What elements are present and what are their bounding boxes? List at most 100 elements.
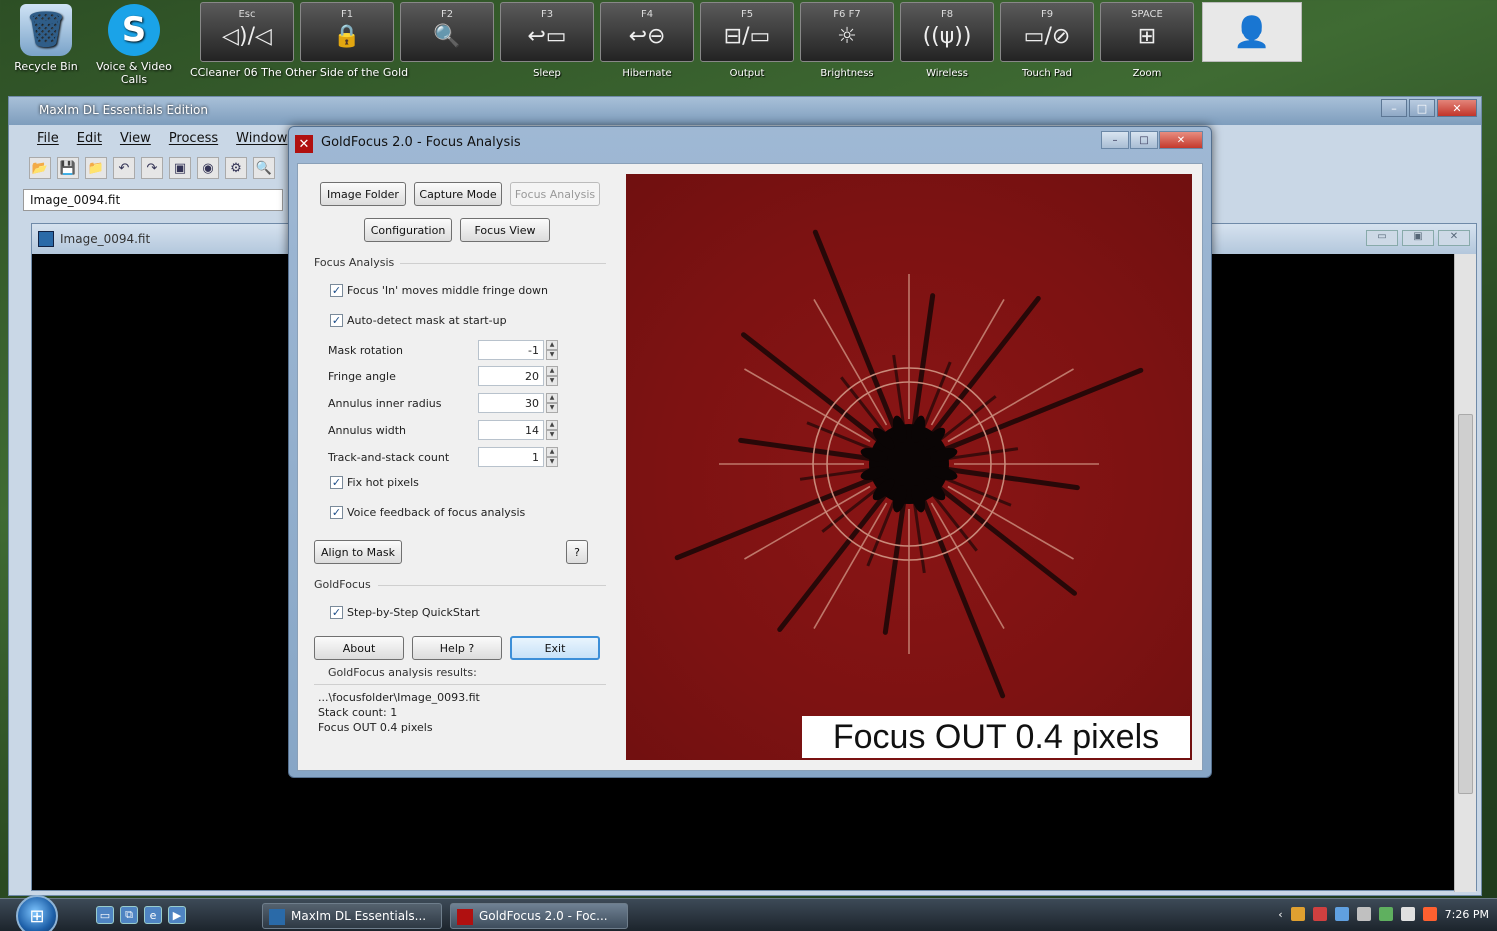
spin-up-icon[interactable]: ▲ bbox=[546, 393, 558, 403]
camera-icon[interactable]: ◉ bbox=[197, 157, 219, 179]
spin-down-icon[interactable]: ▼ bbox=[546, 350, 558, 360]
tray-volume-icon[interactable] bbox=[1400, 907, 1415, 921]
task-maxim-dl[interactable]: MaxIm DL Essentials... bbox=[262, 903, 442, 929]
align-to-mask-button[interactable]: Align to Mask bbox=[314, 540, 402, 564]
quick-launch: ▭ ⧉ e ▶ bbox=[96, 906, 186, 924]
save-as-icon[interactable]: 📁 bbox=[85, 157, 107, 179]
show-desktop-icon[interactable]: ▭ bbox=[96, 906, 114, 924]
fringe-angle-label: Fringe angle bbox=[328, 370, 396, 383]
child-maximize-button[interactable]: ▣ bbox=[1402, 230, 1434, 246]
desktop-shortcut-labels[interactable]: CCleaner 06 The Other Side of the Gold bbox=[190, 66, 408, 79]
child-minimize-button[interactable]: ▭ bbox=[1366, 230, 1398, 246]
recycle-bin-label: Recycle Bin bbox=[14, 60, 78, 73]
browser-icon[interactable]: e bbox=[144, 906, 162, 924]
fn-key-cap: F2 🔍 bbox=[400, 2, 494, 62]
spin-down-icon[interactable]: ▼ bbox=[546, 376, 558, 386]
maximize-button[interactable]: □ bbox=[1409, 99, 1435, 117]
tray-expand-icon[interactable]: ‹ bbox=[1278, 908, 1282, 921]
quickstart-checkbox[interactable]: ✓ Step-by-Step QuickStart bbox=[330, 606, 480, 619]
menu-file[interactable]: File bbox=[37, 131, 59, 146]
fn-key: F5 ⊟/▭ Output bbox=[700, 2, 794, 79]
screen-icon[interactable]: ▣ bbox=[169, 157, 191, 179]
menu-view[interactable]: View bbox=[120, 131, 151, 146]
fn-key-label: F9 bbox=[1040, 9, 1054, 20]
fringe-angle-stepper[interactable]: ▲▼ bbox=[478, 366, 558, 386]
results-box: ...\focusfolder\Image_0093.fit Stack cou… bbox=[318, 690, 606, 770]
image-folder-button[interactable]: Image Folder bbox=[320, 182, 406, 206]
auto-detect-checkbox[interactable]: ✓ Auto-detect mask at start-up bbox=[330, 314, 507, 327]
spin-down-icon[interactable]: ▼ bbox=[546, 403, 558, 413]
focus-image-view[interactable]: Focus OUT 0.4 pixels bbox=[626, 174, 1192, 760]
annulus-width-stepper[interactable]: ▲▼ bbox=[478, 420, 558, 440]
fringe-angle-input[interactable] bbox=[478, 366, 544, 386]
focus-in-checkbox[interactable]: ✓ Focus 'In' moves middle fringe down bbox=[330, 284, 548, 297]
vertical-scrollbar[interactable] bbox=[1454, 254, 1476, 892]
configuration-button[interactable]: Configuration bbox=[364, 218, 452, 242]
mask-rotation-label: Mask rotation bbox=[328, 344, 403, 357]
tray-bluetooth-icon[interactable] bbox=[1334, 907, 1349, 921]
tray-security-icon[interactable] bbox=[1312, 907, 1327, 921]
undo-icon[interactable]: ↶ bbox=[113, 157, 135, 179]
active-file-field[interactable]: Image_0094.fit bbox=[23, 189, 283, 211]
start-button[interactable]: ⊞ bbox=[16, 895, 58, 931]
spin-up-icon[interactable]: ▲ bbox=[546, 366, 558, 376]
fix-hot-pixels-checkbox[interactable]: ✓ Fix hot pixels bbox=[330, 476, 419, 489]
annulus-inner-radius-stepper[interactable]: ▲▼ bbox=[478, 393, 558, 413]
menu-window[interactable]: Window bbox=[236, 131, 287, 146]
spin-up-icon[interactable]: ▲ bbox=[546, 340, 558, 350]
fn-key-caption: Wireless bbox=[926, 68, 968, 79]
dialog-maximize-button[interactable]: □ bbox=[1130, 131, 1158, 149]
focus-analysis-button[interactable]: Focus Analysis bbox=[510, 182, 600, 206]
recycle-bin-icon[interactable]: 🗑 Recycle Bin bbox=[6, 4, 86, 73]
capture-mode-button[interactable]: Capture Mode bbox=[414, 182, 502, 206]
minimize-button[interactable]: – bbox=[1381, 99, 1407, 117]
open-folder-icon[interactable]: 📂 bbox=[29, 157, 51, 179]
about-button[interactable]: About bbox=[314, 636, 404, 660]
tray-app-icon[interactable] bbox=[1290, 907, 1305, 921]
track-stack-count-input[interactable] bbox=[478, 447, 544, 467]
task-goldfocus[interactable]: GoldFocus 2.0 - Foc... bbox=[450, 903, 628, 929]
spin-up-icon[interactable]: ▲ bbox=[546, 447, 558, 457]
media-player-icon[interactable]: ▶ bbox=[168, 906, 186, 924]
voice-feedback-checkbox[interactable]: ✓ Voice feedback of focus analysis bbox=[330, 506, 525, 519]
ccleaner-label: CCleaner bbox=[190, 66, 241, 79]
skype-icon[interactable]: S Voice & Video Calls bbox=[94, 4, 174, 86]
track-stack-count-stepper[interactable]: ▲▼ bbox=[478, 447, 558, 467]
spin-down-icon[interactable]: ▼ bbox=[546, 457, 558, 467]
exit-button[interactable]: Exit bbox=[510, 636, 600, 660]
focus-view-button[interactable]: Focus View bbox=[460, 218, 550, 242]
scrollbar-thumb[interactable] bbox=[1458, 414, 1473, 794]
fn-key: SPACE ⊞ Zoom bbox=[1100, 2, 1194, 79]
spin-down-icon[interactable]: ▼ bbox=[546, 430, 558, 440]
annulus-width-input[interactable] bbox=[478, 420, 544, 440]
user-lock-button[interactable]: 👤 bbox=[1202, 2, 1302, 62]
control-panel: Image Folder Capture Mode Focus Analysis… bbox=[310, 170, 610, 766]
annulus-inner-radius-input[interactable] bbox=[478, 393, 544, 413]
child-close-button[interactable]: ✕ bbox=[1438, 230, 1470, 246]
tray-printer-icon[interactable] bbox=[1356, 907, 1371, 921]
goldfocus-dialog: ✕ GoldFocus 2.0 - Focus Analysis – □ ✕ I… bbox=[288, 126, 1212, 778]
help-question-button[interactable]: ? bbox=[566, 540, 588, 564]
menu-process[interactable]: Process bbox=[169, 131, 218, 146]
switch-windows-icon[interactable]: ⧉ bbox=[120, 906, 138, 924]
dialog-minimize-button[interactable]: – bbox=[1101, 131, 1129, 149]
mask-rotation-stepper[interactable]: ▲▼ bbox=[478, 340, 558, 360]
zoom-icon[interactable]: 🔍 bbox=[253, 157, 275, 179]
dialog-close-button[interactable]: ✕ bbox=[1159, 131, 1203, 149]
help-button[interactable]: Help ? bbox=[412, 636, 502, 660]
close-button[interactable]: ✕ bbox=[1437, 99, 1477, 117]
menu-edit[interactable]: Edit bbox=[77, 131, 102, 146]
maxim-task-icon bbox=[269, 909, 285, 925]
tray-power-icon[interactable] bbox=[1422, 907, 1437, 921]
fn-key-symbol-icon: ⊞ bbox=[1137, 24, 1157, 49]
mask-rotation-input[interactable] bbox=[478, 340, 544, 360]
spin-up-icon[interactable]: ▲ bbox=[546, 420, 558, 430]
voice-feedback-label: Voice feedback of focus analysis bbox=[347, 506, 526, 519]
settings-icon[interactable]: ⚙ bbox=[225, 157, 247, 179]
tray-network-icon[interactable] bbox=[1378, 907, 1393, 921]
fn-key: F6 F7 ☼ Brightness bbox=[800, 2, 894, 79]
image-document-icon bbox=[38, 231, 54, 247]
results-label: GoldFocus analysis results: bbox=[328, 666, 477, 679]
redo-icon[interactable]: ↷ bbox=[141, 157, 163, 179]
save-icon[interactable]: 💾 bbox=[57, 157, 79, 179]
